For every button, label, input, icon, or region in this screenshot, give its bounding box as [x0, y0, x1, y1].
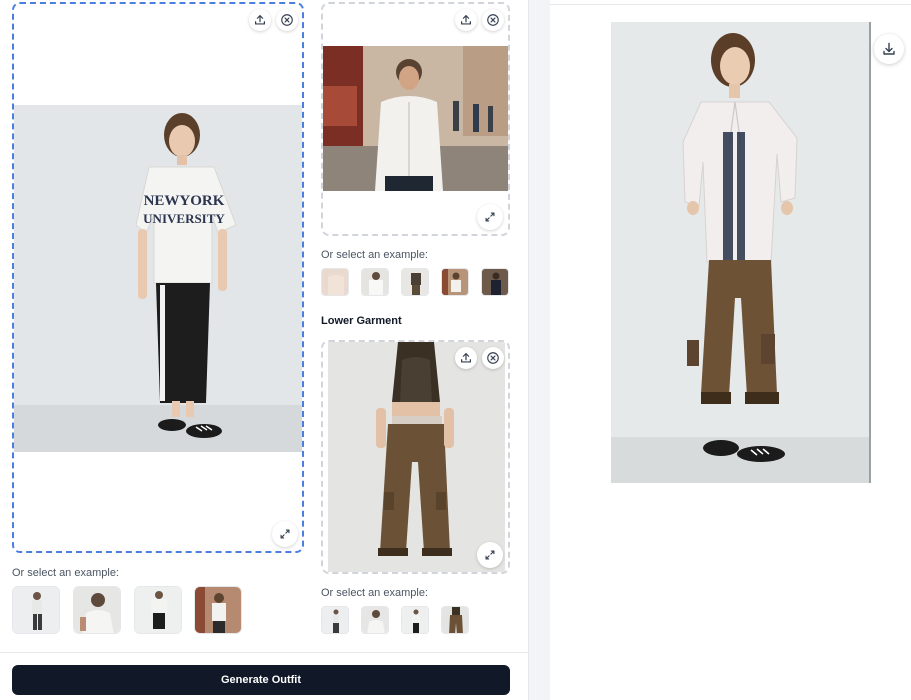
left-panel: NEWYORK UNIVERSITY Or select an example: [0, 0, 528, 700]
lower-garment-title: Lower Garment [321, 315, 402, 327]
upper-example-label: Or select an example: [321, 249, 428, 261]
download-icon [881, 41, 897, 57]
model-example-thumb-4[interactable] [194, 586, 242, 634]
result-image [611, 22, 871, 483]
lower-example-thumb-1[interactable] [321, 606, 349, 634]
close-circle-icon [486, 13, 500, 27]
result-top-border [550, 4, 911, 5]
panel-divider [528, 0, 550, 700]
close-circle-icon [486, 351, 500, 365]
expand-icon [483, 548, 497, 562]
upload-icon [459, 13, 473, 27]
upload-icon [459, 351, 473, 365]
upload-button[interactable] [249, 9, 271, 31]
model-example-thumb-1[interactable] [12, 586, 60, 634]
upload-icon [253, 13, 267, 27]
upper-garment-dropzone[interactable] [321, 2, 510, 236]
result-panel [550, 0, 911, 700]
lower-example-label: Or select an example: [321, 587, 428, 599]
lower-garment-image [328, 342, 505, 572]
clear-button[interactable] [482, 9, 504, 31]
upper-example-thumb-3[interactable] [401, 268, 429, 296]
model-example-thumb-3[interactable] [134, 586, 182, 634]
tshirt-print-line2: UNIVERSITY [143, 211, 225, 226]
upper-garment-image [323, 46, 508, 191]
download-button[interactable] [874, 34, 904, 64]
generate-outfit-button[interactable]: Generate Outfit [12, 665, 510, 695]
model-image-dropzone[interactable]: NEWYORK UNIVERSITY [12, 2, 304, 553]
footer-divider [0, 652, 528, 653]
lower-example-thumb-2[interactable] [361, 606, 389, 634]
upload-button[interactable] [455, 9, 477, 31]
upper-example-thumb-1[interactable] [321, 268, 349, 296]
expand-button[interactable] [477, 204, 503, 230]
expand-button[interactable] [477, 542, 503, 568]
upload-button[interactable] [455, 347, 477, 369]
close-circle-icon [280, 13, 294, 27]
upper-example-thumb-2[interactable] [361, 268, 389, 296]
lower-example-thumb-4[interactable] [441, 606, 469, 634]
clear-button[interactable] [482, 347, 504, 369]
expand-icon [483, 210, 497, 224]
model-example-thumb-2[interactable] [73, 586, 121, 634]
model-image: NEWYORK UNIVERSITY [14, 105, 302, 452]
model-example-label: Or select an example: [12, 567, 119, 579]
upper-example-thumb-5[interactable] [481, 268, 509, 296]
upper-example-thumb-4[interactable] [441, 268, 469, 296]
expand-icon [278, 527, 292, 541]
lower-example-thumb-3[interactable] [401, 606, 429, 634]
lower-garment-dropzone[interactable] [321, 340, 510, 574]
tshirt-print-line1: NEWYORK [144, 193, 225, 209]
clear-button[interactable] [276, 9, 298, 31]
expand-button[interactable] [272, 521, 298, 547]
